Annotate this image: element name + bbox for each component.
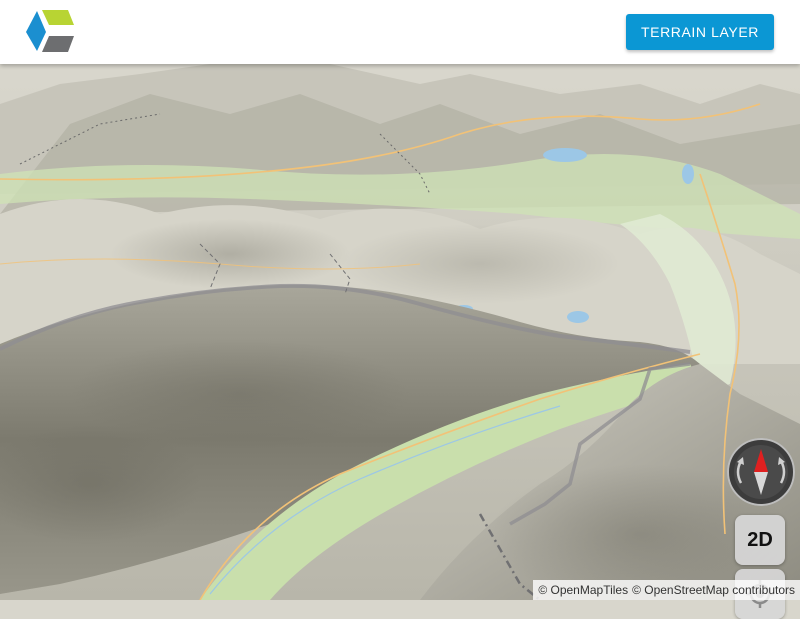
logo-blue-facet — [26, 11, 46, 51]
lake — [543, 148, 587, 162]
attribution-openmaptiles-link[interactable]: © OpenMapTiles — [538, 583, 628, 597]
compass-control[interactable] — [727, 438, 795, 506]
map-attribution: © OpenMapTiles © OpenStreetMap contribut… — [533, 580, 800, 600]
lake — [682, 164, 694, 184]
app-header: TERRAIN LAYER — [0, 0, 800, 64]
terrain-layer-button[interactable]: TERRAIN LAYER — [626, 14, 774, 50]
terrain-canvas[interactable] — [0, 64, 800, 604]
toggle-2d-button[interactable]: 2D — [735, 515, 785, 565]
logo-green-facet — [42, 10, 74, 25]
lake — [567, 311, 589, 323]
mid-hill-shade — [110, 219, 350, 289]
logo-gray-facet — [42, 36, 74, 52]
terrain-map[interactable]: 2D © OpenMapTiles © OpenStreetMap contri… — [0, 64, 800, 619]
attribution-openstreetmap-link[interactable]: © OpenStreetMap contributors — [632, 583, 795, 597]
app-logo[interactable] — [24, 9, 76, 55]
